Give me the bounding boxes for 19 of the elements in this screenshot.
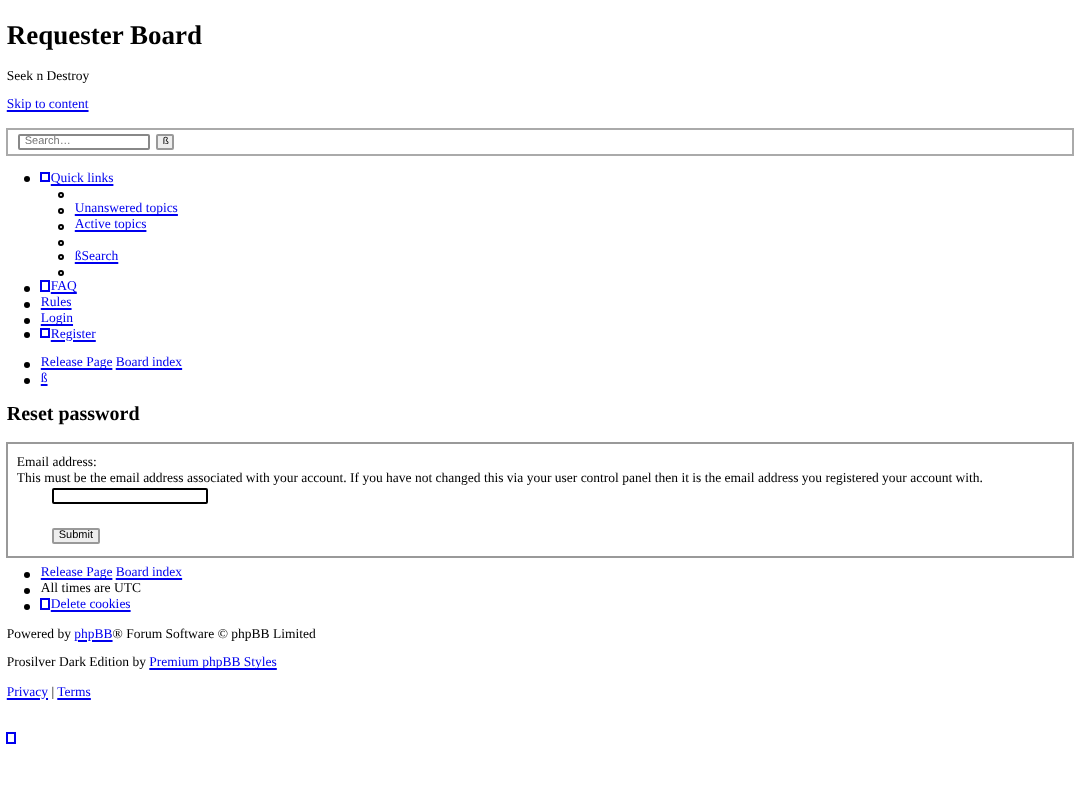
bullet-icon: [24, 285, 31, 292]
site-title: Requester Board: [6, 20, 205, 52]
bullet-icon: [58, 207, 65, 214]
bullet-icon: [24, 361, 31, 368]
bullet-icon: [24, 176, 31, 183]
bullet-icon: [24, 377, 31, 384]
bullet-icon: [58, 223, 65, 230]
bullet-icon: [58, 192, 65, 199]
bullet-icon: [24, 332, 31, 339]
bullet-icon: [24, 603, 31, 610]
bullet-icon: [24, 587, 31, 594]
bullet-icon: [24, 301, 31, 308]
bullet-icon: [58, 254, 65, 261]
bullet-icon: [58, 270, 65, 277]
email-field[interactable]: [52, 488, 209, 505]
bullet-icon: [24, 317, 31, 324]
page-title: Reset password: [6, 403, 142, 427]
bullet-icon: [58, 239, 65, 246]
bullet-icon: [24, 571, 31, 578]
